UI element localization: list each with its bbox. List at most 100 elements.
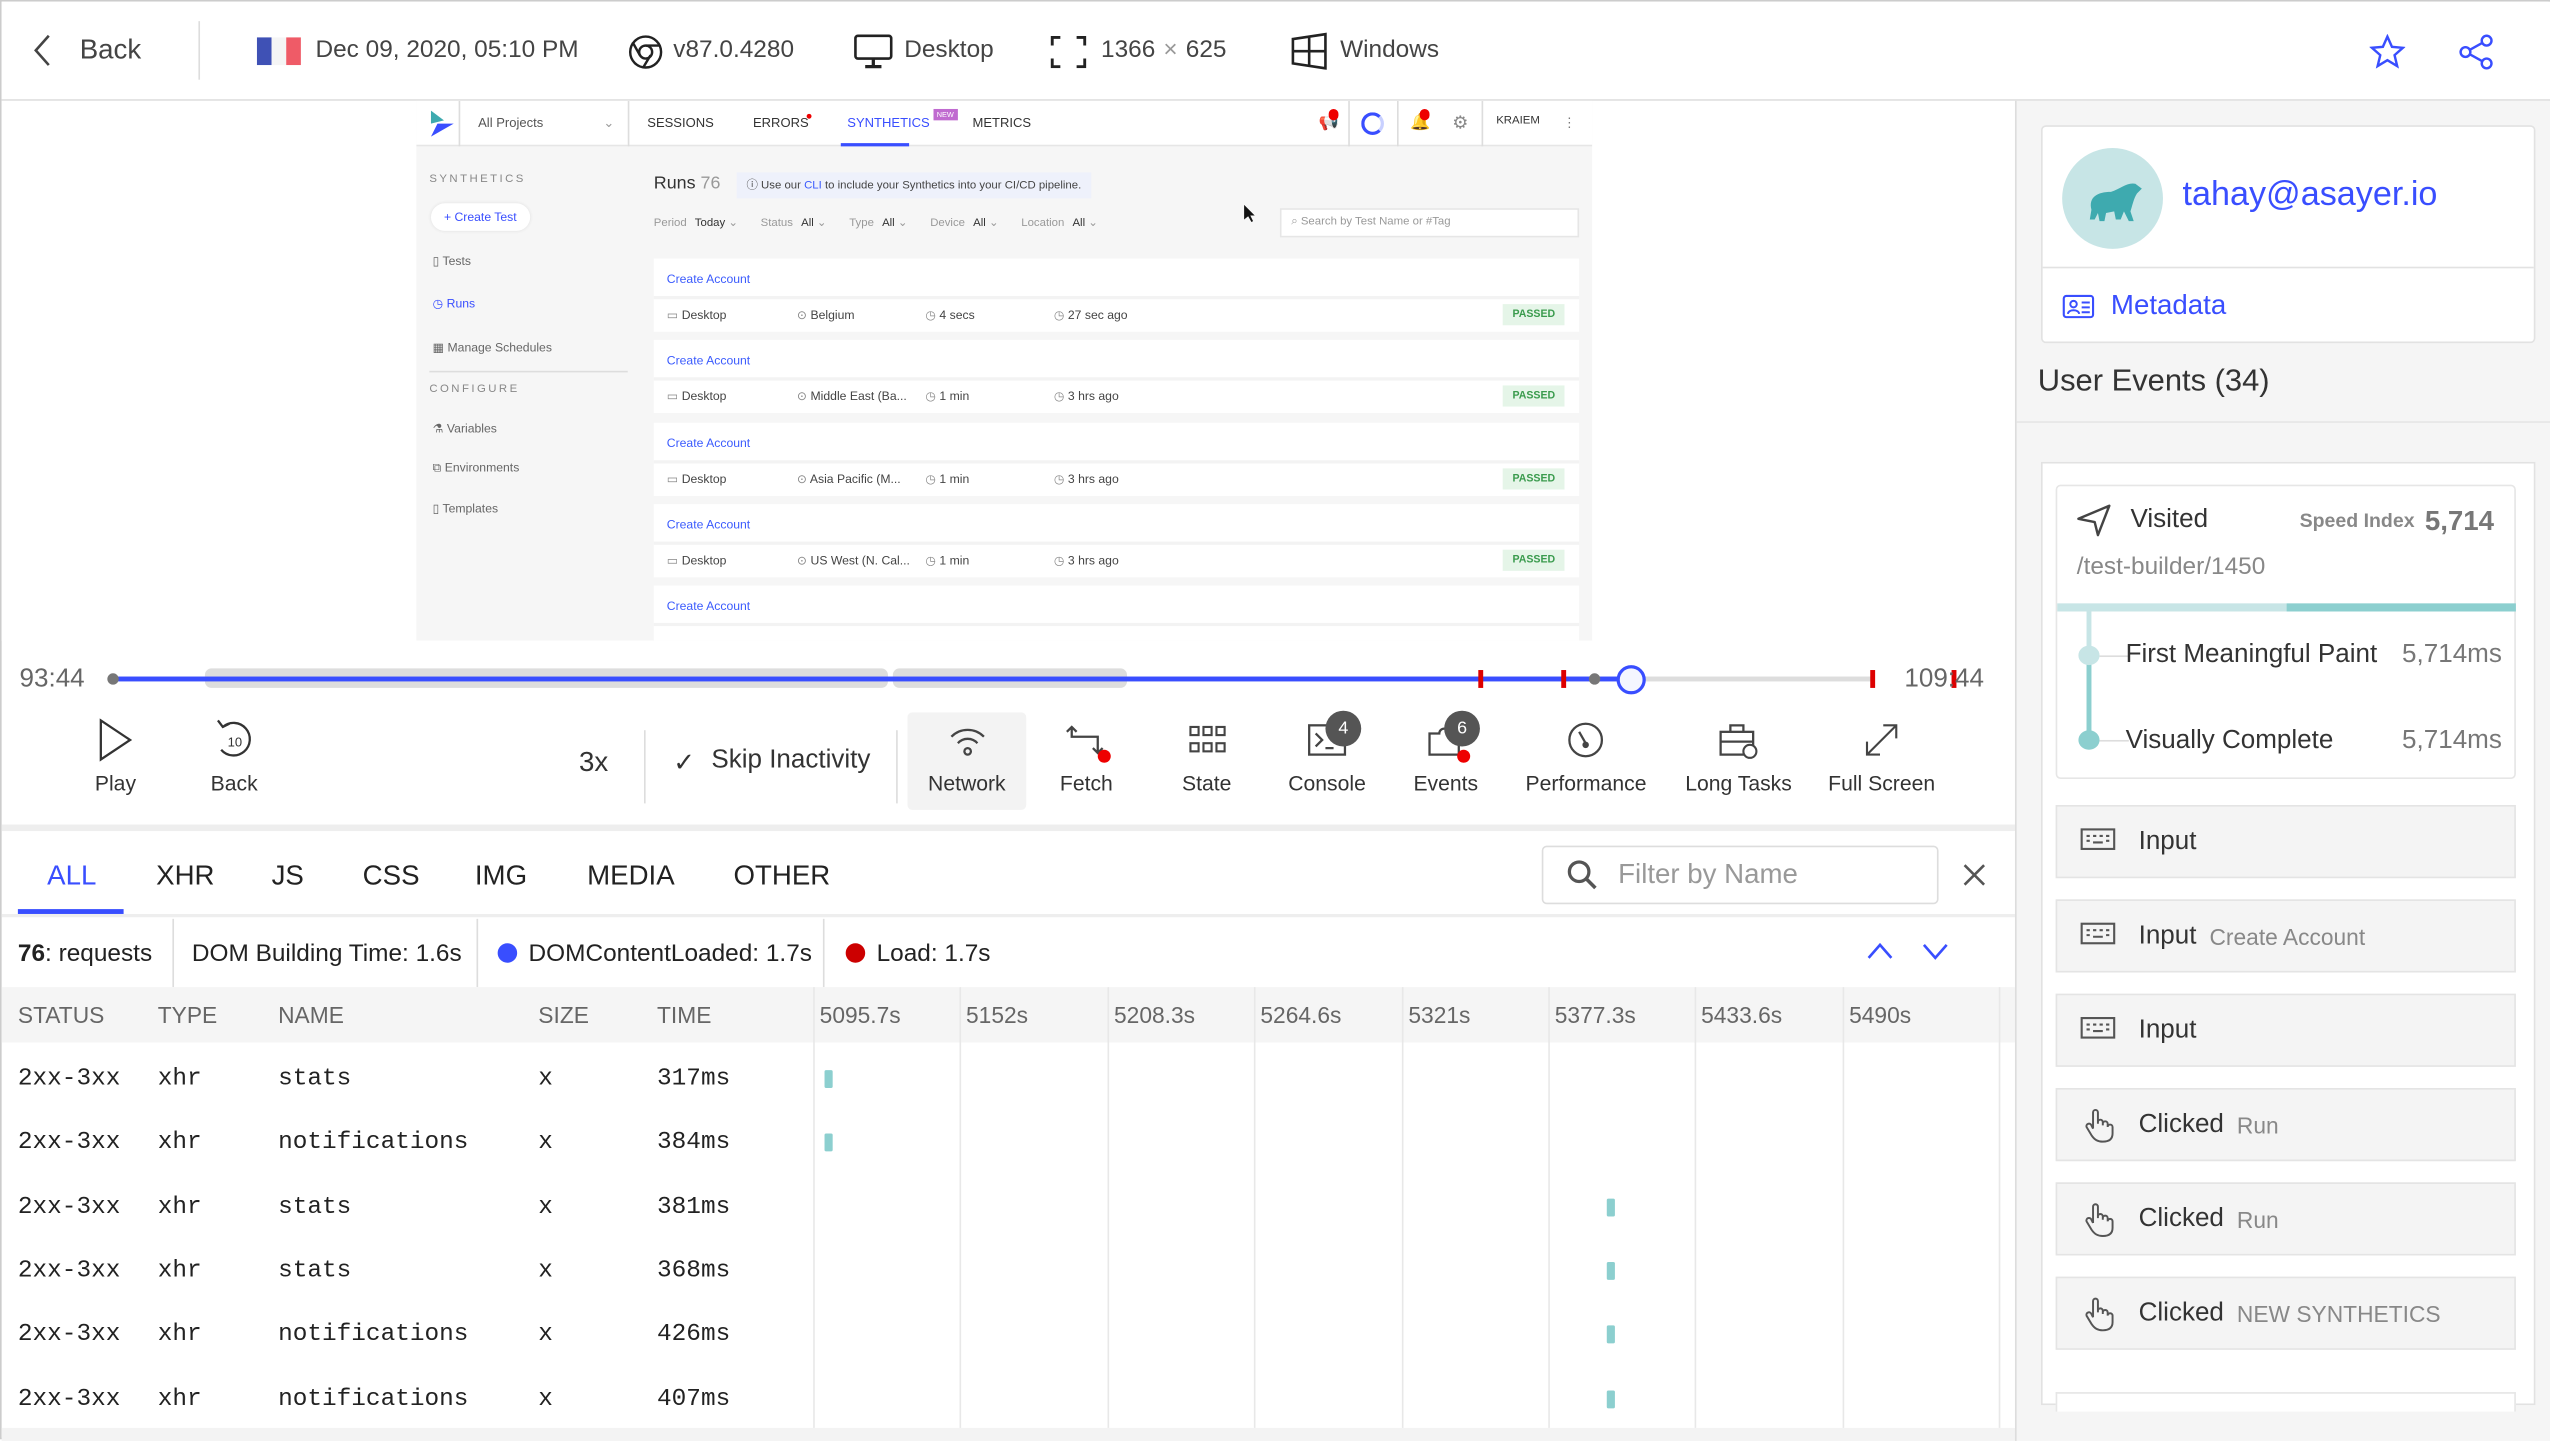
resolution-width: 1366 (1101, 35, 1156, 64)
run-duration: ◷ 4 secs (925, 307, 975, 323)
column-status[interactable]: STATUS (18, 1002, 104, 1028)
back-button[interactable]: Back (31, 33, 141, 69)
tool-label: Network (928, 770, 1006, 796)
column-type[interactable]: TYPE (158, 1002, 217, 1028)
run-card: Create Account (653, 585, 1580, 641)
column-time[interactable]: TIME (657, 1002, 711, 1028)
tab-other[interactable]: OTHER (733, 860, 830, 893)
tool-events[interactable]: 6 Events (1386, 710, 1506, 795)
timeline-scrubber[interactable] (1616, 665, 1646, 695)
time-tick: 5095.7s (819, 1001, 901, 1028)
close-icon[interactable] (1961, 862, 1987, 888)
star-icon[interactable] (2369, 34, 2406, 70)
event-type: Input (2138, 826, 2197, 855)
cell-name: stats (278, 1065, 352, 1093)
error-marker[interactable] (1478, 670, 1484, 688)
column-name[interactable]: NAME (278, 1002, 344, 1028)
count-badge: 4 (1325, 710, 1362, 747)
cell-name: stats (278, 1193, 352, 1221)
play-button[interactable]: Play (55, 717, 175, 795)
tab-media[interactable]: MEDIA (587, 860, 675, 893)
pointer-hand-icon (2085, 1108, 2114, 1142)
share-icon[interactable] (2459, 34, 2495, 70)
user-event-input[interactable]: Input (2055, 805, 2516, 879)
user-event-input[interactable]: Input Create Account (2055, 899, 2516, 973)
test-search-input: ⌕ Search by Test Name or #Tag (1279, 208, 1580, 238)
cell-time: 317ms (657, 1065, 731, 1093)
request-row[interactable]: 2xx-3xx xhr stats x 317ms (2, 1047, 1999, 1110)
device-type: Desktop (904, 35, 994, 64)
tool-performance[interactable]: Performance (1525, 717, 1647, 796)
nav-synthetics: SYNTHETICS (847, 115, 930, 131)
filter-by-name-input[interactable]: Filter by Name (1541, 845, 1939, 905)
back-10s-button[interactable]: 10 Back (174, 717, 294, 795)
tool-long-tasks[interactable]: Long Tasks (1678, 717, 1798, 795)
tool-network[interactable]: Network (907, 712, 1027, 810)
tool-state[interactable]: State (1147, 717, 1267, 795)
tab-all[interactable]: ALL (47, 860, 96, 893)
tool-fetch[interactable]: Fetch (1026, 717, 1146, 795)
request-row[interactable]: 2xx-3xx xhr notifications x 407ms (2, 1367, 1999, 1430)
filter-type: Type All ⌄ (849, 217, 908, 230)
cell-time: 426ms (657, 1320, 731, 1349)
run-card: Create Account ▭ Desktop ⊙ Middle East (Ba… (653, 340, 1580, 414)
tool-label: State (1182, 770, 1232, 796)
end-time: 109:44 (1904, 665, 1984, 693)
load-time: Load: 1.7s (876, 940, 991, 968)
chevron-down-icon[interactable] (1921, 940, 1950, 963)
user-event-clicked[interactable]: Clicked Run (2055, 1087, 2516, 1162)
resolution-icon (1050, 35, 1087, 69)
request-row[interactable]: 2xx-3xx xhr stats x 368ms (2, 1239, 1999, 1302)
error-marker[interactable] (1561, 670, 1567, 688)
rewind-10-icon: 10 (217, 719, 251, 757)
session-replay-viewport[interactable]: All Projects ⌄ SESSIONS ERRORS SYNTHETIC… (1, 100, 2015, 641)
time-tick: 5208.3s (1114, 1001, 1196, 1028)
tool-label: Performance (1525, 770, 1647, 796)
run-device: ▭ Desktop (666, 389, 727, 404)
request-row[interactable]: 2xx-3xx xhr notifications x 426ms (2, 1303, 1999, 1366)
nav-errors: ERRORS (752, 115, 809, 131)
tool-full-screen[interactable]: Full Screen (1821, 717, 1941, 795)
tab-img[interactable]: IMG (475, 860, 527, 893)
tab-css[interactable]: CSS (363, 860, 420, 893)
svg-text:10: 10 (228, 734, 242, 749)
request-row[interactable]: 2xx-3xx xhr notifications x 384ms (2, 1111, 1999, 1174)
cell-type: xhr (157, 1384, 202, 1413)
time-tick: 5377.3s (1554, 1001, 1636, 1028)
user-event-input[interactable]: Input (2055, 993, 2516, 1067)
request-timing-bar (1606, 1325, 1615, 1344)
run-location: ⊙ Belgium (796, 307, 855, 323)
speed-button[interactable]: 3x (579, 746, 608, 779)
user-email[interactable]: tahay@asayer.io (2182, 176, 2437, 215)
back-label: Back (210, 770, 258, 796)
request-timing-bar (824, 1070, 833, 1088)
error-marker[interactable] (1870, 670, 1876, 688)
create-test-button: + Create Test (430, 203, 530, 231)
sidebar-environments: Environments (444, 460, 520, 475)
column-size[interactable]: SIZE (538, 1002, 589, 1028)
replayed-app: All Projects ⌄ SESSIONS ERRORS SYNTHETIC… (416, 100, 1593, 641)
cell-type: xhr (157, 1065, 202, 1093)
metadata-label: Metadata (2110, 289, 2227, 321)
speed-index-value: 5,714 (2424, 505, 2495, 537)
tab-js[interactable]: JS (272, 860, 304, 893)
cell-name: notifications (278, 1384, 469, 1413)
cell-type: xhr (157, 1256, 202, 1285)
request-row[interactable]: 2xx-3xx xhr stats x 381ms (2, 1175, 1999, 1238)
filter-status: Status All ⌄ (760, 217, 827, 230)
skip-inactivity-toggle[interactable]: ✓ Skip Inactivity (673, 746, 870, 779)
user-event-clicked[interactable]: Clicked NEW SYNTHETICS (2055, 1276, 2516, 1350)
run-device: ▭ Desktop (666, 307, 727, 323)
tab-xhr[interactable]: XHR (156, 860, 214, 893)
pointer-hand-icon (2085, 1202, 2114, 1237)
visited-event[interactable]: Visited Speed Index 5,714 /test-builder/… (2055, 484, 2516, 779)
metadata-button[interactable]: Metadata (2062, 289, 2226, 322)
run-name: Create Account (666, 598, 751, 614)
runs-title: Runs 76 (653, 174, 721, 194)
user-name: KRAIEM (1496, 115, 1540, 127)
wifi-icon (949, 728, 984, 756)
chevron-up-icon[interactable] (1865, 940, 1894, 963)
tool-console[interactable]: 4 Console (1267, 710, 1387, 795)
user-event-clicked[interactable]: Clicked Run (2055, 1182, 2516, 1256)
sidebar-runs: Runs (446, 295, 476, 311)
